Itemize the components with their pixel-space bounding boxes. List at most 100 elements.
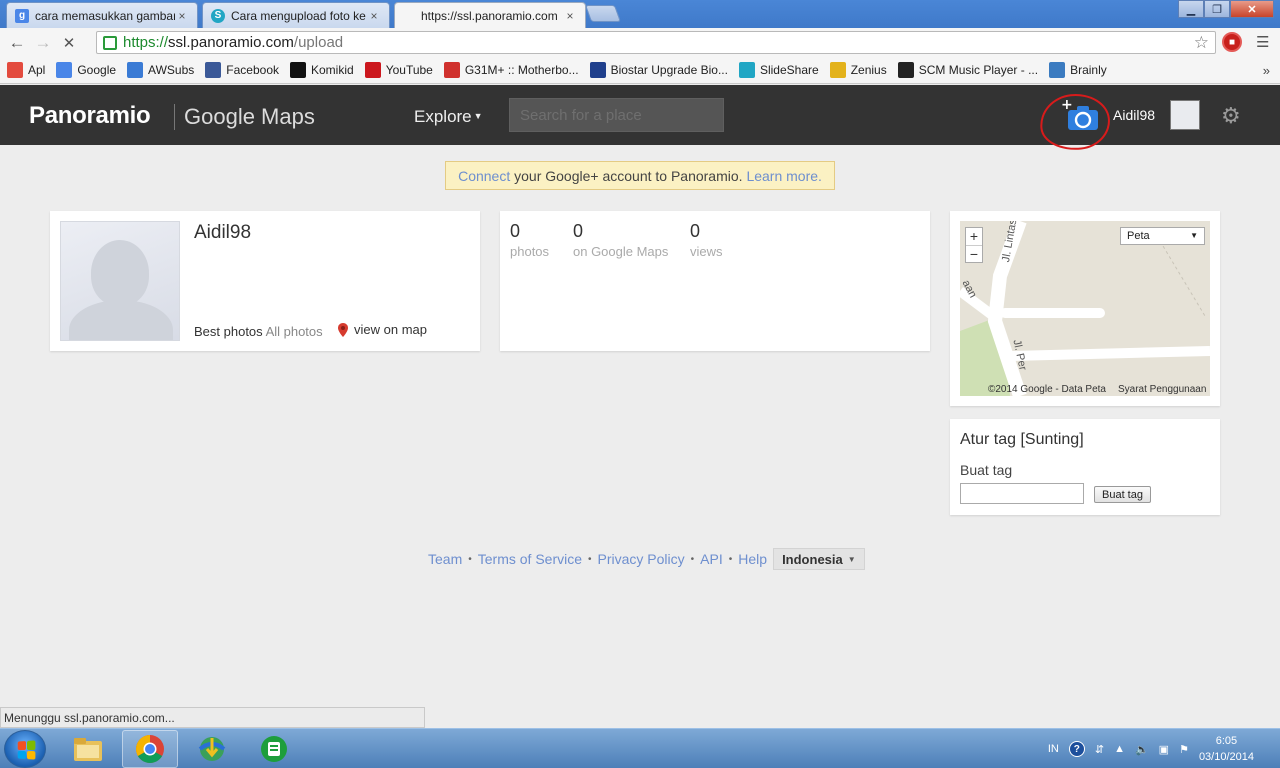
bookmark-star-icon[interactable]: ☆ (1194, 33, 1209, 53)
create-tag-label: Buat tag (960, 462, 1013, 478)
create-tag-button[interactable]: Buat tag (1094, 486, 1151, 503)
tag-input[interactable] (960, 483, 1084, 504)
music-note-icon (897, 62, 914, 78)
stop-loading-icon[interactable]: ✕ (56, 30, 82, 56)
bookmark-item[interactable]: YouTube (364, 62, 433, 78)
bookmark-item[interactable]: Komikid (290, 62, 354, 78)
tab-panoramio-active[interactable]: https://ssl.panoramio.com × (394, 2, 586, 28)
language-select[interactable]: Indonesia ▼ (773, 548, 865, 570)
google-maps-label[interactable]: Google Maps (184, 104, 315, 130)
stat-on-google-maps: 0 on Google Maps (573, 221, 668, 259)
tab-close-icon[interactable]: × (175, 9, 189, 23)
bookmark-item[interactable]: Zenius (829, 62, 887, 78)
tray-arrows-icon[interactable]: ⇵ (1095, 743, 1104, 756)
footer-separator: • (588, 553, 592, 565)
bookmark-item[interactable]: SCM Music Player - ... (897, 62, 1038, 78)
folder-icon (74, 738, 102, 761)
avatar[interactable] (1170, 100, 1200, 130)
chrome-taskbar-item[interactable] (122, 730, 178, 768)
bookmarks-bar: Apl Google AWSubs Facebook Komikid YouTube G31… (0, 57, 1280, 84)
stat-views: 0 views (690, 221, 723, 259)
footer-separator: • (690, 553, 695, 565)
action-center-flag-icon[interactable]: ⚑ (1179, 743, 1189, 756)
stat-label: views (690, 244, 723, 259)
bookmark-item[interactable]: SlideShare (738, 62, 819, 78)
browser-toolbar: ← → ✕ https://ssl.panoramio.com/upload ☆… (0, 28, 1280, 57)
profile-name: Aidil98 (194, 222, 252, 243)
zoom-in-button[interactable]: + (966, 228, 982, 245)
new-tab-button[interactable] (584, 5, 622, 22)
panoramio-logo[interactable]: Panoramio (29, 102, 151, 130)
footer-link[interactable]: Privacy Policy (598, 551, 685, 567)
zoom-out-button[interactable]: − (966, 245, 982, 262)
app-taskbar-item[interactable] (246, 730, 302, 768)
window-controls: ▁ ❐ ✕ (1178, 0, 1274, 18)
footer-separator: • (468, 553, 472, 565)
forward-icon[interactable]: → (30, 30, 56, 56)
url-host: ssl.panoramio.com (168, 34, 294, 51)
input-language[interactable]: IN (1048, 743, 1059, 755)
tab-cara-mengupload[interactable]: S Cara mengupload foto ke × (202, 2, 390, 28)
username-label[interactable]: Aidil98 (1113, 107, 1155, 123)
view-on-map-link[interactable]: view on map (338, 322, 427, 337)
url-scheme: https:// (123, 34, 169, 51)
bookmark-item[interactable]: AWSubs (127, 62, 194, 78)
address-bar[interactable]: https://ssl.panoramio.com/upload ☆ (96, 31, 1216, 54)
learn-more-link[interactable]: Learn more. (746, 168, 821, 184)
bookmark-label: Facebook (226, 63, 279, 77)
bookmark-item[interactable]: Brainly (1049, 62, 1107, 78)
tab-close-icon[interactable]: × (563, 9, 577, 23)
bookmark-item[interactable]: G31M+ :: Motherbo... (443, 62, 579, 78)
url-path: /upload (293, 34, 344, 51)
green-app-icon (261, 736, 287, 762)
back-icon[interactable]: ← (4, 30, 30, 56)
show-hidden-icons[interactable]: ▲ (1114, 743, 1125, 755)
help-icon[interactable]: ? (1068, 741, 1085, 757)
volume-icon[interactable]: 🔈 (1135, 743, 1149, 756)
footer-link[interactable]: API (700, 551, 723, 567)
map-card: Jl. Lintas Sumat Jl. Per aan + − Peta ▼ ©… (950, 211, 1220, 406)
bookmarks-overflow-button[interactable]: » (1263, 63, 1270, 78)
bookmark-item[interactable]: Facebook (205, 62, 279, 78)
footer-link[interactable]: Team (428, 551, 462, 567)
search-place-input[interactable] (509, 98, 724, 132)
tags-title[interactable]: Atur tag [Sunting] (960, 431, 1084, 449)
clock[interactable]: 6:05 03/10/2014 (1199, 733, 1254, 765)
all-photos-link[interactable]: All photos (266, 324, 323, 339)
globe-icon (127, 62, 144, 78)
footer-link[interactable]: Terms of Service (478, 551, 582, 567)
gear-icon[interactable]: ⚙ (1221, 103, 1241, 129)
start-button[interactable] (4, 730, 46, 768)
globe-download-icon (198, 737, 226, 761)
location-map[interactable]: Jl. Lintas Sumat Jl. Per aan + − Peta ▼ ©… (960, 221, 1210, 396)
explorer-taskbar-item[interactable] (60, 730, 116, 768)
chrome-menu-icon[interactable]: ☰ (1256, 33, 1269, 51)
connect-link[interactable]: Connect (458, 168, 510, 184)
stat-value: 0 (573, 221, 584, 241)
tab-cara-memasukkan[interactable]: g cara memasukkan gambar × (6, 2, 198, 28)
google-plus-notice: Connect your Google+ account to Panorami… (445, 161, 835, 190)
map-type-select[interactable]: Peta ▼ (1120, 227, 1205, 245)
view-on-map-label: view on map (354, 322, 427, 337)
network-icon[interactable]: ▣ (1159, 743, 1169, 756)
stat-value: 0 (690, 221, 701, 241)
tab-close-icon[interactable]: × (367, 9, 381, 23)
window-close-icon[interactable]: ✕ (1230, 0, 1274, 18)
footer-link[interactable]: Help (738, 551, 767, 567)
bookmark-item[interactable]: Google (56, 62, 116, 78)
bookmark-item[interactable]: Apl (7, 62, 45, 78)
tab-title: cara memasukkan gambar (35, 8, 175, 23)
download-manager-taskbar-item[interactable] (184, 730, 240, 768)
explore-menu[interactable]: Explore ▼ (414, 107, 483, 127)
stat-label: on Google Maps (573, 244, 669, 259)
clock-date: 03/10/2014 (1198, 751, 1254, 763)
caret-down-icon: ▼ (1190, 231, 1198, 240)
bookmark-label: Biostar Upgrade Bio... (610, 63, 728, 77)
extension-adblock-icon[interactable]: ■ (1222, 32, 1242, 52)
bookmark-item[interactable]: Biostar Upgrade Bio... (589, 62, 728, 78)
profile-card: Aidil98 Best photos All photos view on m… (50, 211, 480, 351)
restore-icon[interactable]: ❐ (1204, 0, 1230, 18)
map-terms-link[interactable]: Syarat Penggunaan (1118, 384, 1206, 395)
minimize-icon[interactable]: ▁ (1178, 0, 1204, 18)
explore-label: Explore (414, 107, 472, 126)
